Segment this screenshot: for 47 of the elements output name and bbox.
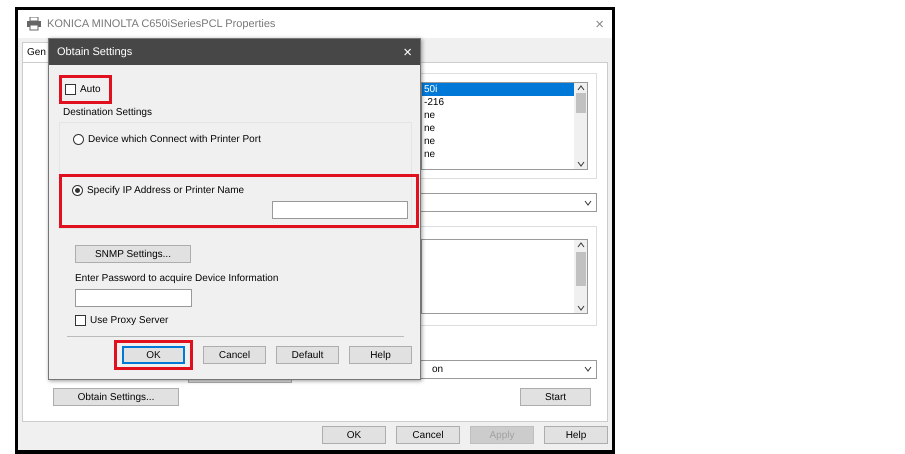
button[interactable]: Help	[349, 346, 412, 364]
list-item[interactable]: ne	[422, 109, 574, 122]
snmp-settings-button[interactable]: SNMP Settings...	[75, 245, 191, 263]
button[interactable]: Obtain Settings...	[53, 388, 179, 406]
tab[interactable]: Gen	[22, 42, 51, 62]
scrollbar-thumb[interactable]	[576, 252, 586, 286]
scroll-down-icon[interactable]	[576, 305, 584, 311]
printer-icon	[26, 17, 42, 31]
dialog-title: Obtain Settings	[57, 44, 132, 60]
list-item[interactable]: ne	[422, 148, 574, 161]
group-label: Destination Settings	[63, 106, 153, 120]
dropdown-value: on	[432, 362, 444, 376]
ip-address-field[interactable]	[272, 201, 408, 219]
printer-list[interactable]: 50i -216 ne ne ne ne	[421, 82, 588, 170]
scrollbar[interactable]	[574, 240, 587, 313]
radio-label: Specify IP Address or Printer Name	[87, 184, 244, 198]
radio-button[interactable]	[72, 185, 83, 196]
scroll-up-icon[interactable]	[576, 242, 584, 248]
button[interactable]: Cancel	[203, 346, 266, 364]
scrollbar[interactable]	[574, 83, 587, 169]
button[interactable]: OK	[122, 346, 185, 364]
window-title: KONICA MINOLTA C650iSeriesPCL Properties	[47, 16, 276, 32]
button[interactable]: Help	[544, 426, 608, 444]
button[interactable]: Default	[276, 346, 339, 364]
checkbox[interactable]	[65, 84, 76, 95]
chevron-down-icon	[584, 200, 592, 206]
chevron-down-icon	[584, 366, 592, 372]
list-item[interactable]: -216	[422, 96, 574, 109]
checkbox-label: Auto	[80, 83, 101, 97]
scroll-up-icon[interactable]	[576, 85, 584, 91]
radio-button[interactable]	[73, 134, 84, 145]
list-item[interactable]: ne	[422, 122, 574, 135]
scroll-down-icon[interactable]	[576, 161, 584, 167]
checkbox-label: Use Proxy Server	[90, 314, 168, 328]
radio-label: Device which Connect with Printer Port	[88, 133, 261, 147]
list-item[interactable]: 50i	[422, 83, 574, 96]
button[interactable]: OK	[322, 426, 386, 444]
list-item[interactable]: ne	[422, 135, 574, 148]
button[interactable]: Cancel	[396, 426, 460, 444]
password-field[interactable]	[75, 289, 192, 307]
close-button[interactable]: ×	[595, 16, 604, 32]
close-button[interactable]: ×	[403, 44, 412, 60]
field-label: Enter Password to acquire Device Information	[75, 272, 280, 286]
checkbox[interactable]	[75, 315, 86, 326]
button[interactable]: Start	[520, 388, 591, 406]
scrollbar-thumb[interactable]	[576, 93, 586, 113]
dropdown[interactable]	[420, 193, 597, 212]
